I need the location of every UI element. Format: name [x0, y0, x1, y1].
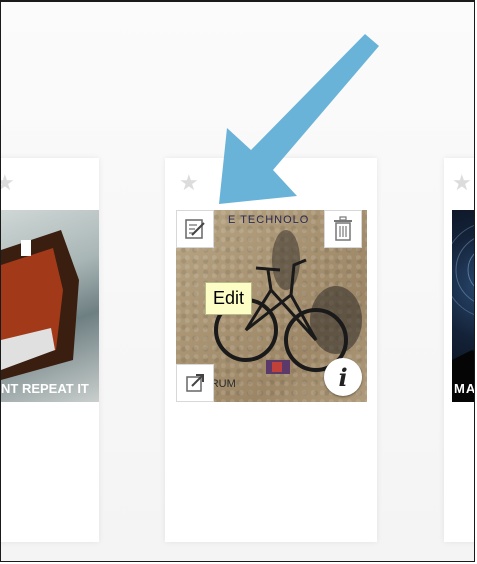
annotation-arrow	[219, 34, 379, 204]
window: ★ NT REPEAT IT ★ E TECHNOLO	[0, 0, 475, 562]
